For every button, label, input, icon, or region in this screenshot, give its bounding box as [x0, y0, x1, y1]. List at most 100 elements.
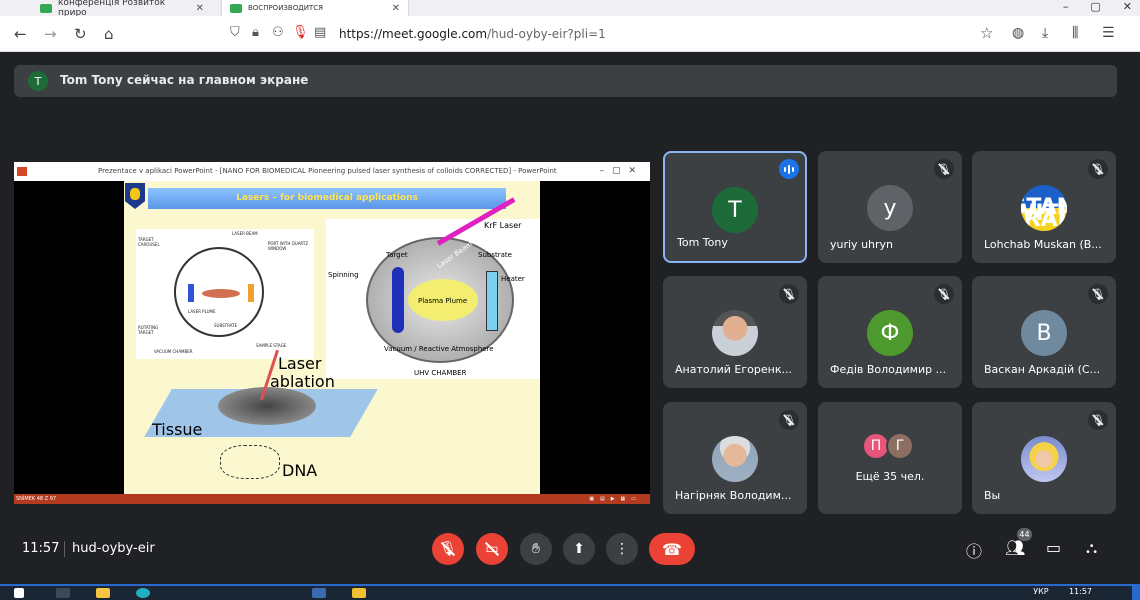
close-window-icon[interactable]: ✕	[1123, 0, 1132, 13]
app-icon[interactable]	[352, 588, 366, 598]
os-taskbar: УКР 11:57	[0, 584, 1140, 600]
ablation-text: ablation	[270, 372, 335, 391]
avatar: y	[867, 185, 913, 231]
slide-header: Lasers – for biomedical applications	[124, 181, 540, 213]
reader-icon[interactable]: ▤	[314, 25, 326, 40]
browser-tab-strip: конференція Розвиток приро ✕ ВОСПРОИЗВОД…	[0, 0, 1140, 18]
activities-icon[interactable]: ⛬	[1086, 538, 1097, 558]
label: Substrate	[478, 251, 512, 259]
target-shape	[392, 267, 404, 333]
avatar-photo	[712, 310, 758, 356]
participant-tile-lohchab[interactable]: 🎙︎ I STAND WITH UKRAINE Lohchab Muskan (…	[972, 151, 1116, 263]
mic-off-icon: 🎙︎	[934, 159, 954, 179]
participant-tile-fediv[interactable]: 🎙︎ Ф Федів Володимир ...	[818, 276, 962, 388]
plume-shape	[202, 289, 240, 298]
back-icon[interactable]: ←	[14, 25, 27, 43]
hand-icon: ✋︎	[532, 541, 540, 557]
shield-icon[interactable]: ⛉	[230, 25, 240, 40]
participant-name: Нагірняк Володим...	[675, 489, 792, 502]
label: LASER PLUME	[188, 309, 216, 314]
keyboard-language[interactable]: УКР	[1033, 587, 1048, 596]
lock-icon[interactable]: 🔒︎	[252, 25, 259, 40]
forward-icon[interactable]: →	[44, 25, 57, 43]
participant-tile-anatoly[interactable]: 🎙︎ Анатолий Егоренк...	[663, 276, 807, 388]
tissue-text: Tissue	[152, 420, 203, 439]
view-buttons[interactable]: ▣▤▶▦▭	[589, 494, 642, 504]
participant-name: Васкан Аркадій (С...	[984, 363, 1101, 376]
presenter-avatar: T	[28, 71, 48, 91]
present-screen-button[interactable]: ⬆	[563, 533, 595, 565]
mic-off-icon: 🎙︎	[1088, 410, 1108, 430]
raise-hand-button[interactable]: ✋︎	[520, 533, 552, 565]
avatar: Ф	[867, 310, 913, 356]
lion-crest-icon	[125, 183, 145, 209]
meeting-code: hud-oyby-eir	[72, 541, 155, 556]
avatar: В	[1021, 310, 1067, 356]
tab-favicon-icon	[40, 3, 52, 13]
chat-icon[interactable]: ▭	[1046, 538, 1061, 557]
avatar: T	[712, 187, 758, 233]
more-participants-tile[interactable]: П Г Ещё 35 чел.	[818, 402, 962, 514]
label: UHV CHAMBER	[414, 369, 467, 377]
pld-diagram: LASER BEAM TARGET CAROUSEL PORT WITH QUA…	[136, 229, 314, 359]
uhv-chamber-diagram: KrF Laser Laser Beam Target Substrate Sp…	[326, 197, 540, 379]
presenting-banner: T Tom Tony сейчас на главном экране	[14, 65, 1117, 97]
explorer-icon[interactable]	[96, 588, 110, 598]
label: Heater	[501, 275, 525, 283]
system-tray: УКР 11:57	[1033, 587, 1092, 596]
mic-toggle-button[interactable]: 🎙︎	[432, 533, 464, 565]
present-icon: ⬆	[573, 541, 585, 557]
mic-off-icon: 🎙︎	[779, 284, 799, 304]
close-tab-icon[interactable]: ✕	[196, 3, 204, 14]
taskbar-clock[interactable]: 11:57	[1069, 587, 1092, 596]
participant-tile-nahirniak[interactable]: 🎙︎ Нагірняк Володим...	[663, 402, 807, 514]
edge-icon[interactable]	[136, 588, 150, 598]
home-icon[interactable]: ⌂	[104, 25, 114, 43]
reload-icon[interactable]: ↻	[74, 25, 87, 43]
dna-shape	[220, 445, 280, 479]
participant-tile-tom-tony[interactable]: T Tom Tony	[663, 151, 807, 263]
people-icon[interactable]: 👥︎	[1005, 538, 1025, 557]
mic-off-icon: 🎙︎	[934, 284, 954, 304]
menu-icon[interactable]: ☰	[1102, 25, 1115, 41]
permissions-icon[interactable]: ⚇	[272, 25, 284, 40]
label: LASER BEAM	[232, 231, 258, 236]
participant-name: Вы	[984, 489, 1001, 502]
show-desktop[interactable]	[1132, 586, 1140, 600]
leave-call-button[interactable]: ☎︎	[649, 533, 695, 565]
download-icon[interactable]: ⤓	[1042, 25, 1048, 41]
address-bar[interactable]: ⛉ 🔒︎ ⚇ 🎙︎ ▤ https://meet.google.com/hud-…	[222, 22, 1000, 46]
mic-off-icon: 🎙︎	[779, 410, 799, 430]
heater-shape	[486, 271, 498, 331]
minimize-icon[interactable]: –	[1063, 0, 1069, 13]
app-icon[interactable]	[312, 588, 326, 598]
ablation-spot-shape	[218, 387, 316, 425]
presentation-view[interactable]: Prezentace v aplikaci PowerPoint - [NANO…	[14, 162, 650, 504]
browser-tab-conference[interactable]: конференція Розвиток приро ✕	[32, 0, 212, 18]
target-shape	[188, 284, 194, 302]
more-options-button[interactable]: ⋮	[606, 533, 638, 565]
label: KrF Laser	[484, 221, 522, 230]
participant-tile-self[interactable]: 🎙︎ Вы	[972, 402, 1116, 514]
microphone-icon[interactable]: 🎙︎	[292, 25, 309, 40]
search-icon[interactable]	[56, 588, 70, 598]
info-icon[interactable]: ⓘ	[966, 538, 982, 562]
label: VACUUM CHAMBER	[154, 349, 193, 354]
url-text[interactable]: https://meet.google.com/hud-oyby-eir?pli…	[339, 27, 606, 41]
browser-toolbar: ← → ↻ ⌂ ⛉ 🔒︎ ⚇ 🎙︎ ▤ https://meet.google.…	[0, 16, 1140, 52]
participant-name: yuriy uhryn	[830, 238, 894, 251]
globe-icon[interactable]: ◍	[1012, 25, 1024, 41]
slide-counter: SNÍMEK 48 Z 97	[16, 496, 57, 502]
close-tab-icon[interactable]: ✕	[392, 3, 400, 14]
participant-tile-vaskan[interactable]: 🎙︎ В Васкан Аркадій (С...	[972, 276, 1116, 388]
browser-tab-meet[interactable]: ВОСПРОИЗВОДИТСЯ ✕	[222, 0, 408, 16]
laser-text: Laser	[278, 354, 322, 373]
start-icon[interactable]	[14, 588, 24, 598]
camera-toggle-button[interactable]: ▭	[476, 533, 508, 565]
label: Vacuum / Reactive Atmosphere	[384, 345, 494, 353]
participant-tile-yuriy[interactable]: 🎙︎ y yuriy uhryn	[818, 151, 962, 263]
library-icon[interactable]: ⫼	[1072, 25, 1078, 41]
maximize-icon[interactable]: ▢	[1090, 0, 1100, 13]
participant-name: Анатолий Егоренк...	[675, 363, 792, 376]
bookmark-star-icon[interactable]: ☆	[980, 24, 993, 42]
